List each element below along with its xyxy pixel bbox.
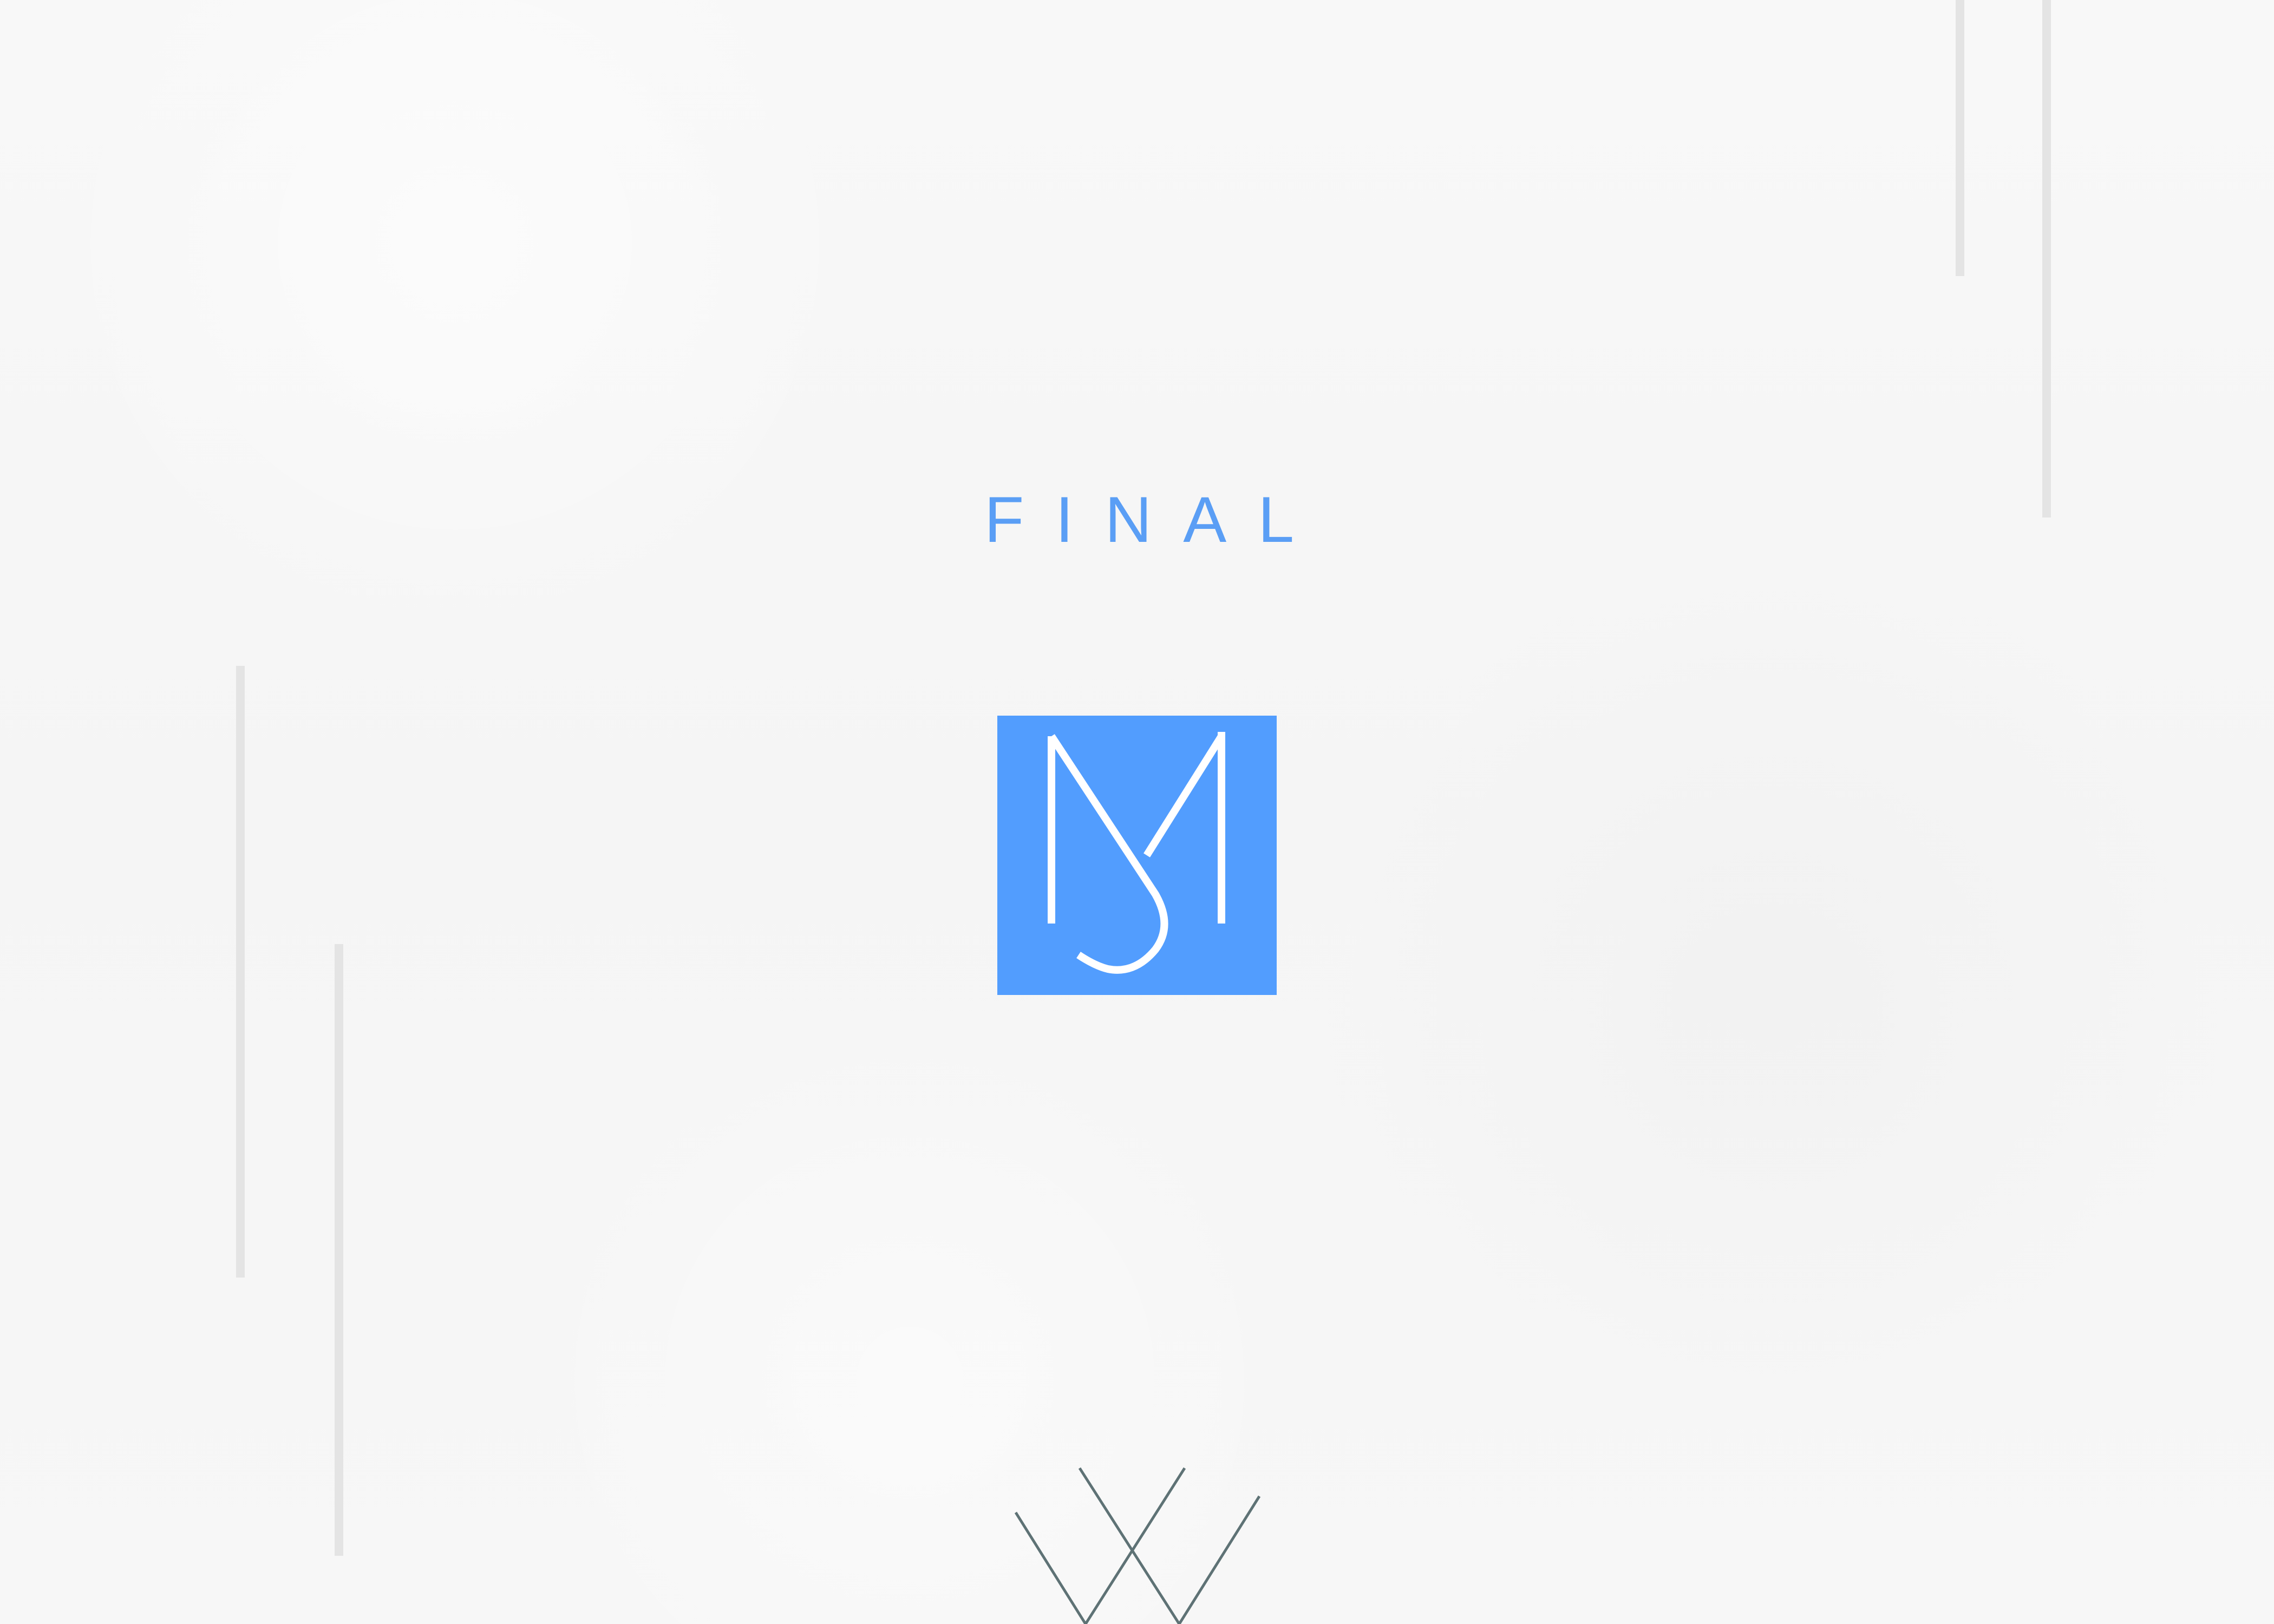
decorative-line-top-right-2 — [2042, 0, 2051, 518]
page-title: FINAL — [984, 483, 1326, 556]
bottom-chevron-mark — [1012, 1465, 1262, 1624]
decorative-line-top-right-1 — [1956, 0, 1964, 276]
logo-background — [997, 716, 1277, 995]
decorative-line-left-1 — [236, 666, 245, 1278]
decorative-line-left-2 — [335, 944, 343, 1556]
mj-monogram-logo — [997, 716, 1277, 995]
